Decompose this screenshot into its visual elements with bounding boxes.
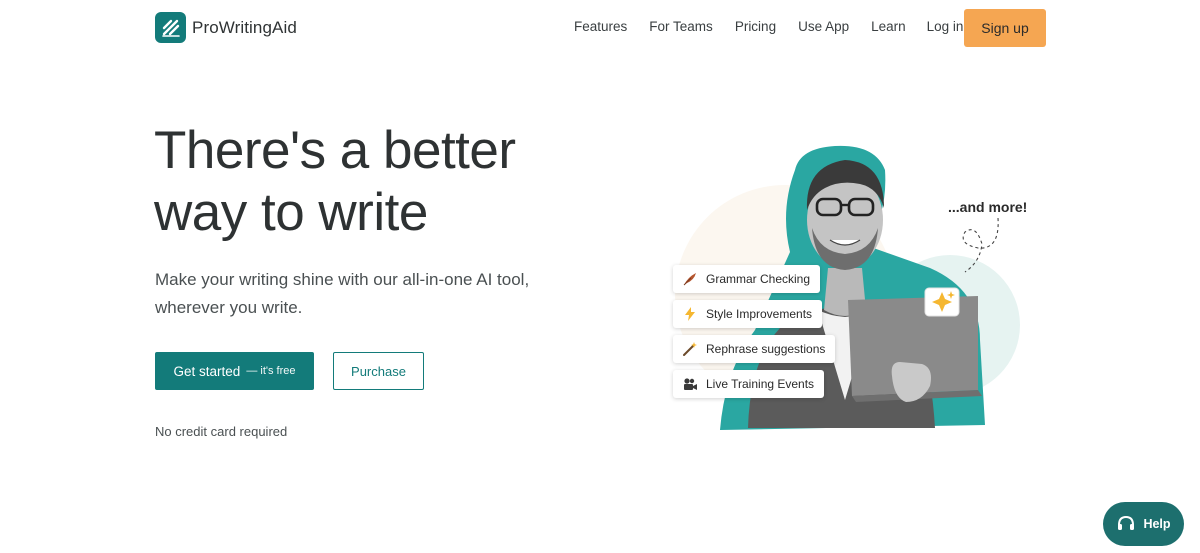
hero-title: There's a better way to write xyxy=(154,120,574,244)
hero-title-line-1: There's a better xyxy=(154,121,516,180)
get-started-label: Get started xyxy=(173,363,241,379)
help-label: Help xyxy=(1143,517,1171,531)
hero-title-line-2: way to write xyxy=(154,183,428,242)
nav-for-teams[interactable]: For Teams xyxy=(649,19,713,34)
sign-up-button[interactable]: Sign up xyxy=(964,9,1046,47)
quill-icon xyxy=(681,270,699,288)
prowritingaid-logo-icon xyxy=(155,12,186,43)
help-button[interactable]: Help xyxy=(1103,502,1184,546)
and-more-label: ...and more! xyxy=(948,199,1028,215)
feature-chip-grammar: Grammar Checking xyxy=(673,265,821,293)
feature-chip-style: Style Improvements xyxy=(673,300,823,328)
nav-log-in[interactable]: Log in xyxy=(927,19,964,34)
feature-label: Style Improvements xyxy=(706,307,813,321)
headset-icon xyxy=(1116,514,1136,534)
nav-learn[interactable]: Learn xyxy=(871,19,906,34)
lightning-icon xyxy=(681,305,699,323)
no-credit-card-note: No credit card required xyxy=(155,424,288,439)
site-header: ProWritingAid Features For Teams Pricing… xyxy=(0,0,1200,56)
video-camera-icon xyxy=(681,375,699,393)
free-note: — it's free xyxy=(246,365,296,377)
feature-label: Live Training Events xyxy=(706,377,815,391)
brand-logo[interactable]: ProWritingAid xyxy=(155,12,297,43)
laptop xyxy=(848,296,982,402)
feature-label: Grammar Checking xyxy=(706,272,811,286)
feature-label: Rephrase suggestions xyxy=(706,342,826,356)
feature-chip-rephrase: Rephrase suggestions xyxy=(673,335,836,363)
nav-pricing[interactable]: Pricing xyxy=(735,19,776,34)
hero-subtitle: Make your writing shine with our all-in-… xyxy=(155,266,555,322)
nav-features[interactable]: Features xyxy=(574,19,627,34)
hero-subtitle-line-2: wherever you write. xyxy=(155,298,303,317)
nav-use-app[interactable]: Use App xyxy=(798,19,849,34)
brand-name: ProWritingAid xyxy=(192,17,297,37)
get-started-button[interactable]: Get started — it's free xyxy=(155,352,314,390)
hero-subtitle-line-1: Make your writing shine with our all-in-… xyxy=(155,270,530,289)
main-nav: Features For Teams Pricing Use App Learn… xyxy=(574,19,963,34)
sparkle-badge xyxy=(924,287,960,317)
purchase-button[interactable]: Purchase xyxy=(333,352,424,390)
magic-wand-icon xyxy=(681,340,699,358)
feature-chip-training: Live Training Events xyxy=(673,370,825,398)
